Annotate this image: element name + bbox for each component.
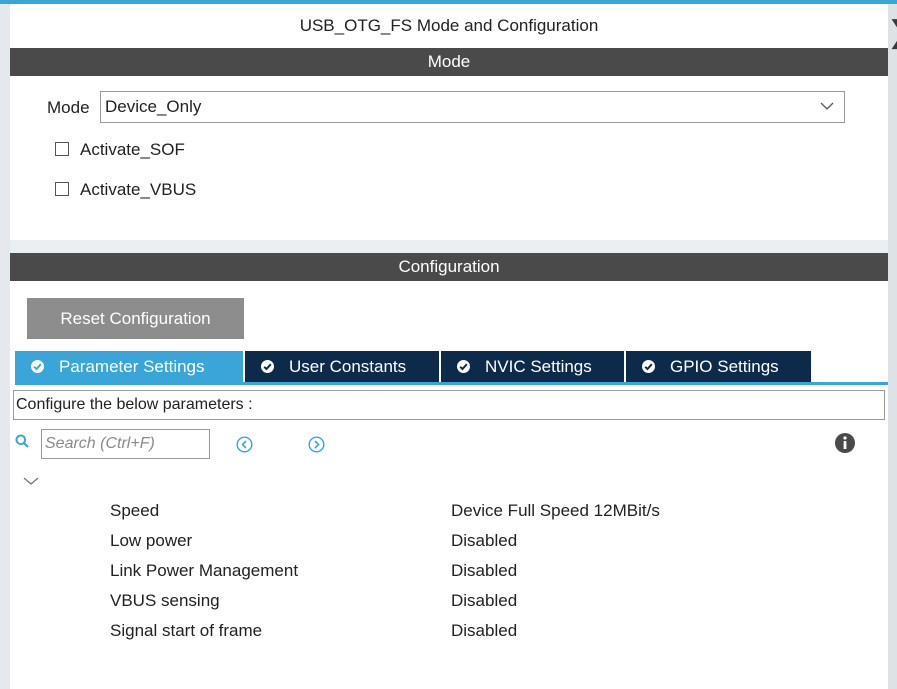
parameter-row-low-power[interactable]: Low power Disabled [110, 526, 870, 556]
parameter-value[interactable]: Disabled [451, 556, 517, 586]
search-icon[interactable] [15, 434, 29, 448]
activate-sof-checkbox[interactable] [55, 142, 69, 156]
mode-select-value: Device_Only [105, 97, 202, 116]
parameter-value[interactable]: Disabled [451, 526, 517, 556]
check-circle-icon [642, 360, 655, 373]
next-icon[interactable] [308, 436, 325, 453]
parameter-value[interactable]: Disabled [451, 586, 517, 616]
right-scroll-strip[interactable] [888, 4, 897, 689]
mode-section-header: Mode [10, 48, 888, 76]
tab-user-constants[interactable]: User Constants [245, 351, 439, 382]
activate-sof-label: Activate_SOF [80, 140, 185, 159]
parameter-row-signal-start-of-frame[interactable]: Signal start of frame Disabled [110, 616, 870, 646]
activate-vbus-checkbox[interactable] [55, 182, 69, 196]
reset-configuration-button[interactable]: Reset Configuration [27, 298, 244, 339]
tab-label: User Constants [289, 357, 407, 376]
chevron-down-icon[interactable] [23, 476, 39, 486]
check-circle-icon [31, 360, 44, 373]
configuration-section-header: Configuration [10, 253, 888, 281]
activate-vbus-label: Activate_VBUS [80, 180, 197, 199]
configure-instructions: Configure the below parameters : [13, 390, 885, 420]
window-title: USB_OTG_FS Mode and Configuration [299, 16, 599, 35]
parameter-name: Speed [110, 501, 160, 520]
tab-label: GPIO Settings [670, 357, 779, 376]
info-icon[interactable] [834, 432, 856, 454]
parameter-value[interactable]: Disabled [451, 616, 517, 646]
parameter-name: Link Power Management [110, 561, 299, 580]
parameter-name: Low power [110, 531, 193, 550]
tab-label: NVIC Settings [485, 357, 592, 376]
check-circle-icon [457, 360, 470, 373]
tab-nvic-settings[interactable]: NVIC Settings [441, 351, 624, 382]
configuration-panel: Configuration Reset Configuration Parame… [10, 253, 888, 689]
parameter-row-link-power-management[interactable]: Link Power Management Disabled [110, 556, 870, 586]
tab-parameter-settings[interactable]: Parameter Settings [15, 351, 243, 382]
mode-label: Mode [47, 98, 90, 117]
chevron-down-icon [820, 102, 834, 110]
previous-icon[interactable] [236, 436, 253, 453]
parameter-row-speed[interactable]: Speed Device Full Speed 12MBit/s [110, 496, 870, 526]
parameter-name: Signal start of frame [110, 621, 263, 640]
configure-text: Configure the below parameters : [16, 396, 253, 413]
tab-gpio-settings[interactable]: GPIO Settings [626, 351, 811, 382]
left-edge [0, 4, 10, 689]
parameter-row-vbus-sensing[interactable]: VBUS sensing Disabled [110, 586, 870, 616]
search-input[interactable] [41, 429, 210, 459]
collapse-panel-arrow-icon[interactable]: ❯ [887, 16, 897, 50]
mode-select[interactable]: Device_Only [100, 91, 845, 123]
tab-underline [15, 382, 888, 385]
parameter-value[interactable]: Device Full Speed 12MBit/s [451, 496, 660, 526]
tab-label: Parameter Settings [59, 357, 205, 376]
mode-panel: USB_OTG_FS Mode and Configuration Mode M… [10, 4, 888, 240]
check-circle-icon [261, 360, 274, 373]
parameter-name: VBUS sensing [110, 591, 220, 610]
